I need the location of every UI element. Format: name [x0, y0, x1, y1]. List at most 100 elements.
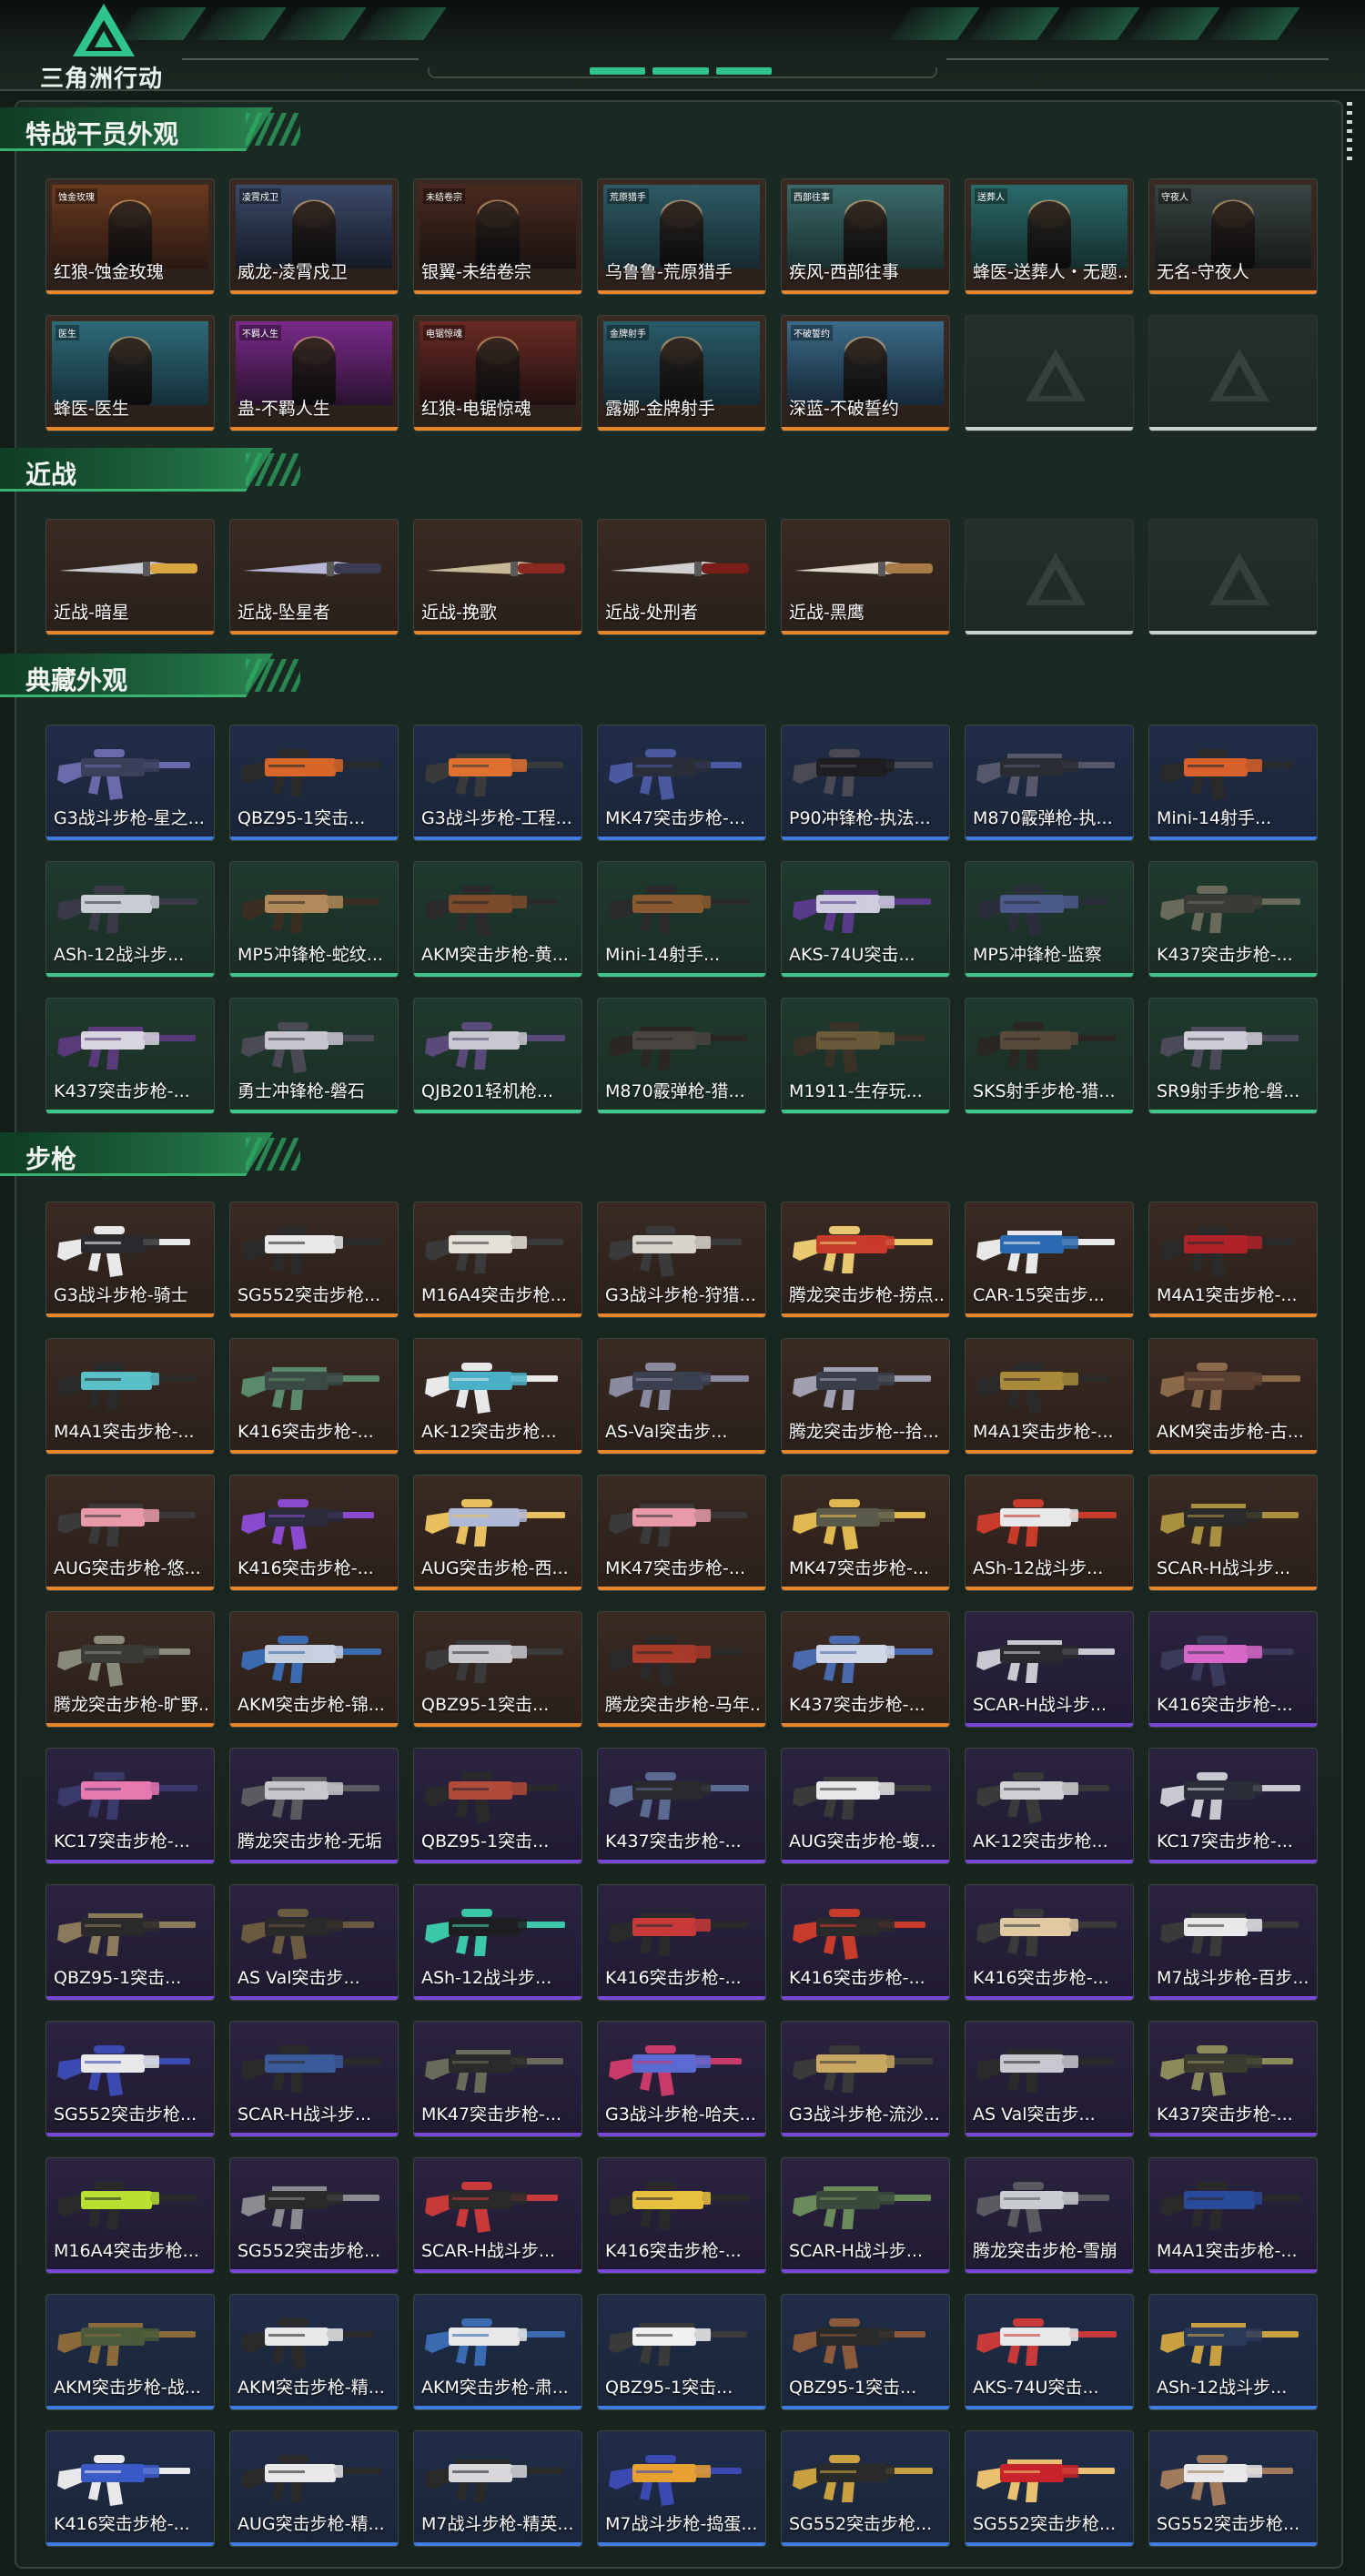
item-card[interactable]: G3战斗步枪-流沙...	[781, 2021, 950, 2137]
item-card[interactable]: SG552突击步枪...	[781, 2430, 950, 2547]
item-card[interactable]: M4A1突击步枪-...	[1148, 1202, 1318, 1318]
item-card[interactable]: 不破誓约 深蓝-不破誓约	[781, 315, 950, 431]
item-card[interactable]: 腾龙突击步枪-旷野...	[46, 1611, 215, 1728]
item-card[interactable]: SR9射手步枪-磐...	[1148, 998, 1318, 1114]
item-card[interactable]: ASh-12战斗步...	[965, 1475, 1134, 1591]
item-card[interactable]: ASh-12战斗步...	[1148, 2294, 1318, 2410]
item-card[interactable]: M1911-生存玩...	[781, 998, 950, 1114]
item-card[interactable]: CAR-15突击步...	[965, 1202, 1134, 1318]
item-card[interactable]: AKM突击步枪-战...	[46, 2294, 215, 2410]
item-card[interactable]: AUG突击步枪-蝮...	[781, 1748, 950, 1864]
item-card[interactable]: K437突击步枪-...	[1148, 2021, 1318, 2137]
item-card[interactable]: SKS射手步枪-猎...	[965, 998, 1134, 1114]
item-card[interactable]: MK47突击步枪-...	[597, 1475, 766, 1591]
item-card[interactable]: ASh-12战斗步...	[413, 1884, 582, 2001]
item-card[interactable]: KC17突击步枪-...	[1148, 1748, 1318, 1864]
item-card[interactable]: G3战斗步枪-骑士	[46, 1202, 215, 1318]
item-card[interactable]: SG552突击步枪...	[229, 2157, 399, 2274]
item-card[interactable]: ASh-12战斗步...	[46, 861, 215, 978]
item-card[interactable]: 近战-坠星者	[229, 519, 399, 635]
item-card[interactable]: SCAR-H战斗步...	[1148, 1475, 1318, 1591]
item-card[interactable]: MK47突击步枪-...	[781, 1475, 950, 1591]
item-card[interactable]: 近战-挽歌	[413, 519, 582, 635]
item-card[interactable]: SCAR-H战斗步...	[965, 1611, 1134, 1728]
item-card[interactable]: AK-12突击步枪...	[413, 1338, 582, 1455]
item-card[interactable]: QBZ95-1突击...	[413, 1748, 582, 1864]
item-card[interactable]: G3战斗步枪-哈夫...	[597, 2021, 766, 2137]
item-card[interactable]: AKM突击步枪-黄...	[413, 861, 582, 978]
item-card[interactable]: AKM突击步枪-古...	[1148, 1338, 1318, 1455]
item-card[interactable]: K437突击步枪-...	[46, 998, 215, 1114]
item-card[interactable]: AUG突击步枪-悠...	[46, 1475, 215, 1591]
item-card[interactable]: SG552突击步枪...	[965, 2430, 1134, 2547]
item-card[interactable]: 腾龙突击步枪-雪崩	[965, 2157, 1134, 2274]
item-card[interactable]: KC17突击步枪-...	[46, 1748, 215, 1864]
item-card[interactable]: SG552突击步枪...	[1148, 2430, 1318, 2547]
item-card[interactable]: AS Val突击步...	[229, 1884, 399, 2001]
item-card[interactable]: AKM突击步枪-精...	[229, 2294, 399, 2410]
item-card[interactable]: QBZ95-1突击...	[413, 1611, 582, 1728]
item-card[interactable]: AS Val突击步...	[965, 2021, 1134, 2137]
item-card[interactable]: M16A4突击步枪...	[413, 1202, 582, 1318]
item-card[interactable]: M4A1突击步枪-...	[1148, 2157, 1318, 2274]
item-card[interactable]: 金牌射手 露娜-金牌射手	[597, 315, 766, 431]
item-card[interactable]: K416突击步枪-...	[597, 2157, 766, 2274]
item-card[interactable]: MP5冲锋枪-蛇纹...	[229, 861, 399, 978]
item-card[interactable]: 西部往事 疾风-西部往事	[781, 178, 950, 295]
item-card[interactable]: 守夜人 无名-守夜人	[1148, 178, 1318, 295]
item-card[interactable]: 近战-黑鹰	[781, 519, 950, 635]
item-card[interactable]: 腾龙突击步枪-捞点...	[781, 1202, 950, 1318]
item-card[interactable]: K416突击步枪-...	[229, 1338, 399, 1455]
item-card[interactable]: SG552突击步枪...	[46, 2021, 215, 2137]
item-card[interactable]: K416突击步枪-...	[781, 1884, 950, 2001]
item-card[interactable]: AKS-74U突击...	[965, 2294, 1134, 2410]
item-card[interactable]: 腾龙突击步枪-无垢	[229, 1748, 399, 1864]
item-card[interactable]: AUG突击步枪-西...	[413, 1475, 582, 1591]
item-card[interactable]: 不羁人生 蛊-不羁人生	[229, 315, 399, 431]
item-card[interactable]: MK47突击步枪-...	[413, 2021, 582, 2137]
item-card[interactable]: 近战-处刑者	[597, 519, 766, 635]
item-card[interactable]: M4A1突击步枪-...	[965, 1338, 1134, 1455]
item-card[interactable]: 荒原猎手 乌鲁鲁-荒原猎手	[597, 178, 766, 295]
item-card[interactable]: AK-12突击步枪...	[965, 1748, 1134, 1864]
item-card[interactable]: M7战斗步枪-精英...	[413, 2430, 582, 2547]
item-card[interactable]: K416突击步枪-...	[597, 1884, 766, 2001]
item-card[interactable]: 电锯惊魂 红狼-电锯惊魂	[413, 315, 582, 431]
item-card[interactable]: 未结卷宗 银翼-未结卷宗	[413, 178, 582, 295]
item-card[interactable]: SG552突击步枪...	[229, 1202, 399, 1318]
item-card[interactable]: G3战斗步枪-狩猎...	[597, 1202, 766, 1318]
item-card[interactable]: M4A1突击步枪-...	[46, 1338, 215, 1455]
item-card[interactable]: K437突击步枪-...	[1148, 861, 1318, 978]
item-card[interactable]: K416突击步枪-...	[965, 1884, 1134, 2001]
item-card[interactable]: K416突击步枪-...	[1148, 1611, 1318, 1728]
item-card[interactable]: K416突击步枪-...	[229, 1475, 399, 1591]
item-card[interactable]: 近战-暗星	[46, 519, 215, 635]
scrollbar-handle[interactable]	[1347, 102, 1352, 166]
item-card[interactable]: Mini-14射手...	[597, 861, 766, 978]
item-card[interactable]: 腾龙突击步枪-马年...	[597, 1611, 766, 1728]
item-card[interactable]: G3战斗步枪-工程...	[413, 725, 582, 841]
item-card[interactable]: 蚀金玫瑰 红狼-蚀金玫瑰	[46, 178, 215, 295]
item-card[interactable]: AKS-74U突击...	[781, 861, 950, 978]
item-card[interactable]: 医生 蜂医-医生	[46, 315, 215, 431]
item-card[interactable]: QBZ95-1突击...	[597, 2294, 766, 2410]
item-card[interactable]: MP5冲锋枪-监察	[965, 861, 1134, 978]
item-card[interactable]: AKM突击步枪-肃...	[413, 2294, 582, 2410]
item-card[interactable]: P90冲锋枪-执法...	[781, 725, 950, 841]
item-card[interactable]: Mini-14射手...	[1148, 725, 1318, 841]
item-card[interactable]: G3战斗步枪-星之...	[46, 725, 215, 841]
item-card[interactable]: 凌霄戍卫 威龙-凌霄戍卫	[229, 178, 399, 295]
item-card[interactable]: M7战斗步枪-百步...	[1148, 1884, 1318, 2001]
item-card[interactable]: K437突击步枪-...	[597, 1748, 766, 1864]
item-card[interactable]: SCAR-H战斗步...	[413, 2157, 582, 2274]
item-card[interactable]: QJB201轻机枪...	[413, 998, 582, 1114]
item-card[interactable]: MK47突击步枪-...	[597, 725, 766, 841]
item-card[interactable]: QBZ95-1突击...	[46, 1884, 215, 2001]
item-card[interactable]: M16A4突击步枪...	[46, 2157, 215, 2274]
item-card[interactable]: SCAR-H战斗步...	[229, 2021, 399, 2137]
item-card[interactable]: SCAR-H战斗步...	[781, 2157, 950, 2274]
item-card[interactable]: AS-Val突击步...	[597, 1338, 766, 1455]
item-card[interactable]: M7战斗步枪-捣蛋...	[597, 2430, 766, 2547]
item-card[interactable]: M870霰弹枪-猎...	[597, 998, 766, 1114]
item-card[interactable]: QBZ95-1突击...	[229, 725, 399, 841]
